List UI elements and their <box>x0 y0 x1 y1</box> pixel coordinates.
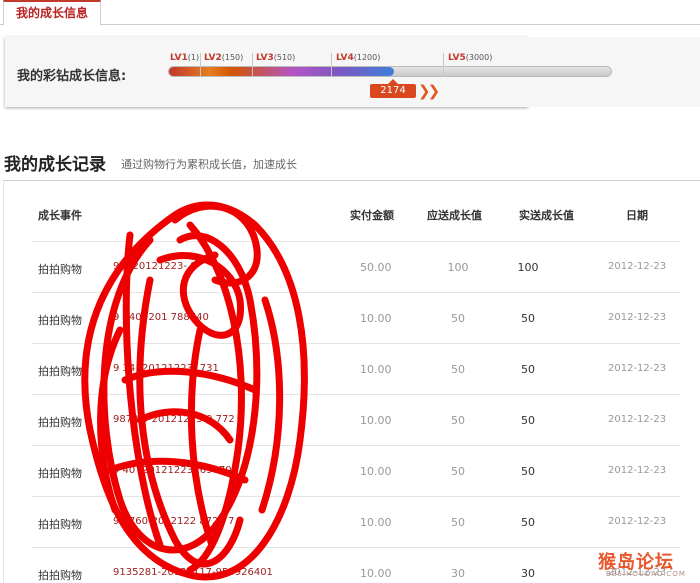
row-paid-amount: 10.00 <box>360 312 392 325</box>
row-divider <box>32 394 680 395</box>
level-divider <box>200 53 201 77</box>
row-paid-amount: 10.00 <box>360 465 392 478</box>
row-due-value: 30 <box>451 567 465 580</box>
row-event: 拍拍购物 <box>38 518 82 531</box>
row-order-link[interactable]: 9135281-20121117-953926401 <box>113 567 273 578</box>
row-real-value: 30 <box>521 567 535 580</box>
header-date: 日期 <box>626 209 648 222</box>
level-divider <box>443 53 444 77</box>
row-order-link[interactable]: 9 34 -20121223- 731 <box>113 363 219 374</box>
row-paid-amount: 10.00 <box>360 516 392 529</box>
row-real-value: 50 <box>521 312 535 325</box>
growth-label: 我的彩钻成长信息: <box>17 69 127 84</box>
row-divider <box>32 445 680 446</box>
level-divider <box>252 53 253 77</box>
row-real-value: 50 <box>521 516 535 529</box>
row-due-value: 50 <box>451 363 465 376</box>
row-paid-amount: 10.00 <box>360 363 392 376</box>
tab-my-growth[interactable]: 我的成长信息 <box>3 0 102 26</box>
row-event: 拍拍购物 <box>38 263 82 276</box>
row-paid-amount: 50.00 <box>360 261 392 274</box>
row-date: 2012-12-23 <box>608 516 667 527</box>
row-order-link[interactable]: 9 340 -201 788740 <box>113 312 209 323</box>
row-due-value: 50 <box>451 516 465 529</box>
row-order-link[interactable]: 9 0760-2012122 8728 7 <box>113 516 234 527</box>
row-due-value: 100 <box>447 261 469 274</box>
row-order-link[interactable]: 91 -20121223- 8 <box>113 261 197 272</box>
row-due-value: 50 <box>451 414 465 427</box>
forum-watermark: 猴岛论坛 BBS.HOUDAO.COM <box>598 548 698 580</box>
row-divider <box>32 343 680 344</box>
row-real-value: 100 <box>517 261 539 274</box>
row-paid-amount: 10.00 <box>360 414 392 427</box>
current-value-badge: 2174 <box>370 84 416 98</box>
growth-progress-bar <box>168 66 612 77</box>
row-date: 2012-12-23 <box>608 363 667 374</box>
level-divider <box>331 53 332 77</box>
row-divider <box>32 547 680 548</box>
watermark-url: BBS.HOUDAO.COM <box>606 570 686 578</box>
row-event: 拍拍购物 <box>38 569 82 582</box>
records-title: 我的成长记录 <box>4 155 106 175</box>
records-subtitle: 通过购物行为累积成长值，加速成长 <box>121 158 297 171</box>
header-due: 应送成长值 <box>427 209 482 222</box>
row-date: 2012-12-23 <box>608 312 667 323</box>
header-paid: 实付金额 <box>350 209 394 222</box>
row-paid-amount: 10.00 <box>360 567 392 580</box>
level-lv5: LV5(3000) <box>448 53 493 63</box>
row-date: 2012-12-23 <box>608 414 667 425</box>
row-date: 2012-12-23 <box>608 261 667 272</box>
row-real-value: 50 <box>521 465 535 478</box>
level-lv2: LV2(150) <box>204 53 244 63</box>
row-divider <box>32 496 680 497</box>
growth-progress-fill <box>169 67 395 76</box>
row-event: 拍拍购物 <box>38 416 82 429</box>
row-real-value: 50 <box>521 414 535 427</box>
row-divider <box>32 292 680 293</box>
double-chevron-right-icon: ❯❯ <box>418 82 440 100</box>
level-lv4: LV4(1200) <box>336 53 381 63</box>
row-order-link[interactable]: 9 40 -20121223- 69070 <box>113 465 232 476</box>
row-order-link[interactable]: 9873 0-20121223-9 772 <box>113 414 235 425</box>
row-divider <box>32 241 680 242</box>
header-event: 成长事件 <box>38 209 82 222</box>
row-due-value: 50 <box>451 465 465 478</box>
row-event: 拍拍购物 <box>38 365 82 378</box>
row-event: 拍拍购物 <box>38 314 82 327</box>
row-real-value: 50 <box>521 363 535 376</box>
row-date: 2012-12-23 <box>608 465 667 476</box>
row-due-value: 50 <box>451 312 465 325</box>
header-real: 实送成长值 <box>519 209 574 222</box>
tab-bar: 我的成长信息 <box>0 0 700 26</box>
level-lv3: LV3(510) <box>256 53 296 63</box>
row-event: 拍拍购物 <box>38 467 82 480</box>
level-lv1: LV1(1) <box>170 53 200 63</box>
